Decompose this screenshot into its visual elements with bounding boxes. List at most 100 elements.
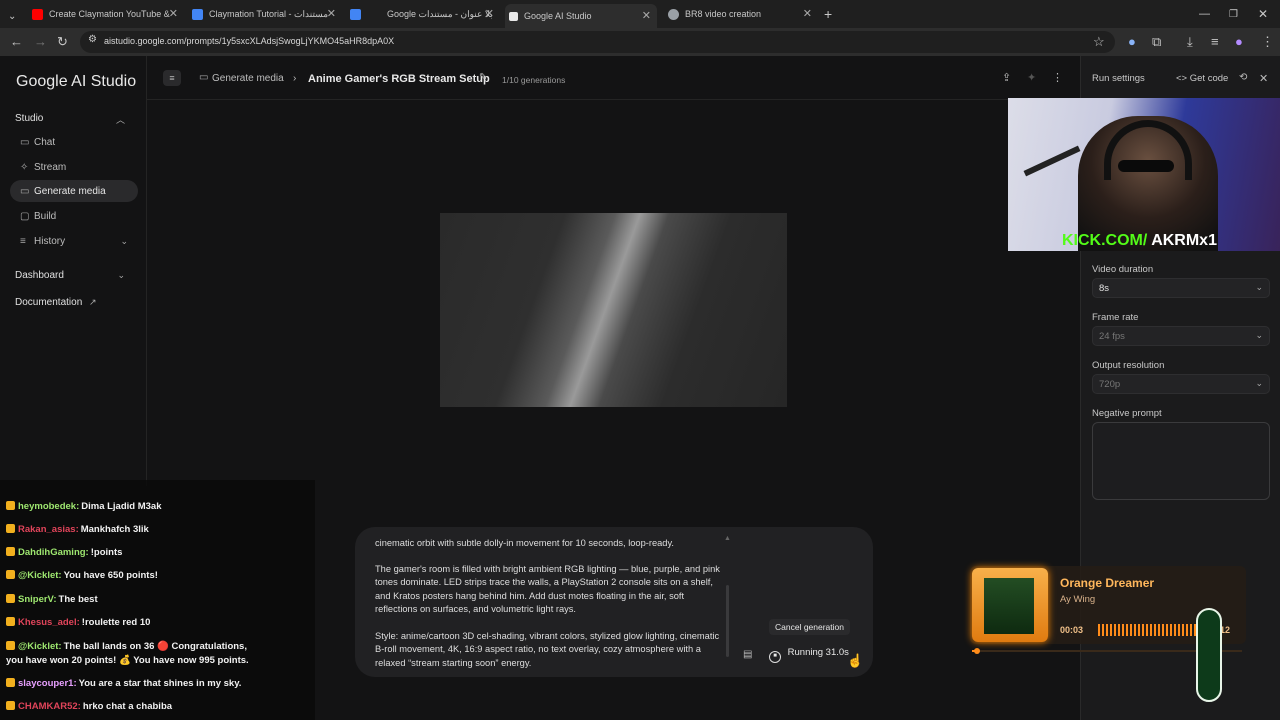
chat-username[interactable]: Rakan_asias: xyxy=(18,524,79,535)
close-tab-icon[interactable]: ✕ xyxy=(327,7,336,20)
close-window-icon[interactable]: ✕ xyxy=(1258,4,1268,24)
audio-waveform xyxy=(1098,624,1198,636)
prompt-paragraph-1: cinematic orbit with subtle dolly-in mov… xyxy=(375,538,675,548)
edit-title-icon[interactable]: ✎ xyxy=(479,72,487,83)
chat-username[interactable]: slaycouper1: xyxy=(18,678,77,689)
prompt-paragraph-3: Style: anime/cartoon 3D cel-shading, vib… xyxy=(375,631,720,668)
chat-text: you have won 20 points! 💰 You have now 9… xyxy=(6,655,249,666)
reset-settings-icon[interactable]: ⟲ xyxy=(1239,72,1247,83)
chat-text: You have 650 points! xyxy=(63,570,158,581)
chat-username[interactable]: heymobedek: xyxy=(18,501,79,512)
chat-username[interactable]: DahdihGaming: xyxy=(18,547,89,558)
sidebar-item-label: History xyxy=(34,235,66,247)
extensions-puzzle-icon[interactable]: ⧉ xyxy=(1152,34,1161,50)
cancel-generation-tooltip: Cancel generation xyxy=(769,619,850,635)
compare-icon[interactable]: ✦ xyxy=(1027,71,1036,84)
page-title: Anime Gamer's RGB Stream Setup xyxy=(308,73,490,85)
chat-message: @Kicklet: The ball lands on 36 🔴 Congratu… xyxy=(6,641,247,652)
sidebar-item-chat[interactable]: ▭ Chat xyxy=(10,131,138,153)
chat-message: CHAMKAR52: hrko chat a chabiba xyxy=(6,701,172,712)
video-duration-select[interactable]: 8s ⌄ xyxy=(1092,278,1270,298)
media-icon: ▭ xyxy=(20,185,30,197)
forward-arrow-icon[interactable]: → xyxy=(34,34,47,49)
browser-tab-2[interactable]: Claymation Tutorial - مستندات ✕ xyxy=(192,4,336,24)
song-artist: Ay Wing xyxy=(1060,594,1096,605)
browser-tab-1[interactable]: Create Claymation YouTube & ✕ xyxy=(32,4,178,24)
chat-icon: ▭ xyxy=(20,136,30,148)
elapsed-time: 00:03 xyxy=(1060,625,1084,635)
close-tab-icon[interactable]: ✕ xyxy=(485,7,494,20)
attach-file-icon[interactable]: ▤ xyxy=(743,649,752,660)
url-field[interactable]: ⚙ aistudio.google.com/prompts/1y5sxcXLAd… xyxy=(80,31,1115,53)
reload-icon[interactable]: ↻ xyxy=(57,34,68,50)
chat-username[interactable]: @Kicklet: xyxy=(18,570,62,581)
close-tab-icon[interactable]: ✕ xyxy=(803,7,812,20)
chat-username[interactable]: Khesus_adel: xyxy=(18,617,80,628)
media-icon: ▭ xyxy=(199,72,209,83)
frame-rate-value: 24 fps xyxy=(1099,331,1125,342)
youtube-favicon-icon xyxy=(32,8,43,20)
frame-rate-select[interactable]: 24 fps ⌄ xyxy=(1092,326,1270,346)
toggle-sidebar-icon[interactable]: ≡ xyxy=(163,70,181,86)
tab-list-chevron-icon[interactable]: ⌄ xyxy=(8,6,16,26)
close-tab-icon[interactable]: ✕ xyxy=(169,7,178,20)
restore-window-icon[interactable]: ❐ xyxy=(1229,4,1238,24)
chat-username[interactable]: SniperV: xyxy=(18,594,57,605)
negative-prompt-input[interactable] xyxy=(1092,422,1270,500)
browser-tab-5[interactable]: BR8 video creation ✕ xyxy=(668,4,812,24)
app-logo[interactable]: Google AI Studio xyxy=(16,73,136,91)
browser-tab-title: Create Claymation YouTube & xyxy=(49,9,170,19)
output-resolution-value: 720p xyxy=(1099,379,1121,390)
sidebar-item-build[interactable]: ▢ Build xyxy=(10,205,138,227)
share-icon[interactable]: ⇪ xyxy=(1002,71,1011,84)
prompt-box[interactable]: cinematic orbit with subtle dolly-in mov… xyxy=(355,527,873,677)
close-panel-icon[interactable]: ✕ xyxy=(1259,72,1268,85)
studio-section-header[interactable]: Studio ︿ xyxy=(15,113,131,126)
docs-favicon-icon xyxy=(350,8,361,20)
media-controls-icon[interactable]: ≡ xyxy=(1211,34,1219,49)
chevron-down-icon: ⌄ xyxy=(1255,378,1263,388)
dashboard-section[interactable]: Dashboard ⌄ xyxy=(15,270,131,281)
back-arrow-icon[interactable]: ← xyxy=(10,34,23,49)
chat-badge-icon xyxy=(6,678,15,687)
sidebar-item-history[interactable]: ≡ History ⌄ xyxy=(10,230,138,252)
more-options-icon[interactable]: ⋮ xyxy=(1052,71,1063,84)
sidebar-item-generate-media[interactable]: ▭ Generate media xyxy=(10,180,138,202)
minimize-window-icon[interactable]: — xyxy=(1199,4,1210,24)
dashboard-label: Dashboard xyxy=(15,270,64,281)
download-icon[interactable]: ⤓ xyxy=(1187,34,1193,50)
chevron-down-icon[interactable]: ⌄ xyxy=(117,270,125,281)
browser-tab-title: Google بلا عنوان - مستندات xyxy=(387,8,493,19)
webcam-overlay: KICK.COM/ AKRMx1 xyxy=(1008,98,1280,251)
chat-badge-icon xyxy=(6,617,15,626)
history-icon: ≡ xyxy=(20,235,26,247)
output-resolution-select[interactable]: 720p ⌄ xyxy=(1092,374,1270,394)
documentation-label: Documentation xyxy=(15,297,83,308)
left-sidebar: Google AI Studio Studio ︿ ▭ Chat ✧ Strea… xyxy=(0,56,147,486)
documentation-link[interactable]: Documentation ↗ xyxy=(15,297,97,308)
get-code-button[interactable]: <> Get code xyxy=(1176,73,1228,84)
browser-menu-icon[interactable]: ⋮ xyxy=(1261,34,1274,50)
chat-username[interactable]: @Kicklet: xyxy=(18,641,62,652)
profile-avatar-icon[interactable]: ● xyxy=(1235,34,1243,49)
prompt-scrollbar[interactable] xyxy=(726,585,729,657)
browser-tab-3[interactable]: Google بلا عنوان - مستندات ✕ xyxy=(350,4,494,24)
mouse-cursor-icon: ☝ xyxy=(847,653,864,668)
chat-badge-icon xyxy=(6,547,15,556)
breadcrumb[interactable]: Generate media xyxy=(212,73,284,84)
new-tab-button[interactable]: + xyxy=(824,4,832,24)
chat-message: heymobedek: Dima Ljadid M3ak xyxy=(6,501,162,512)
bookmark-star-icon[interactable]: ☆ xyxy=(1093,34,1105,50)
running-status: Running 31.0s xyxy=(787,647,849,658)
sidebar-item-stream[interactable]: ✧ Stream xyxy=(10,156,138,178)
scroll-up-icon[interactable]: ▲ xyxy=(724,535,731,542)
video-duration-value: 8s xyxy=(1099,283,1110,294)
browser-tab-title: Claymation Tutorial - مستندات xyxy=(209,8,329,19)
chat-username[interactable]: CHAMKAR52: xyxy=(18,701,81,712)
chevron-down-icon[interactable]: ⌄ xyxy=(120,236,128,247)
site-info-icon[interactable]: ⚙ xyxy=(88,34,97,45)
extension-icon[interactable]: ● xyxy=(1128,34,1136,49)
browser-tab-4-active[interactable]: Google AI Studio ✕ xyxy=(505,4,657,28)
chevron-up-icon[interactable]: ︿ xyxy=(116,113,125,126)
close-tab-icon[interactable]: ✕ xyxy=(642,9,651,22)
